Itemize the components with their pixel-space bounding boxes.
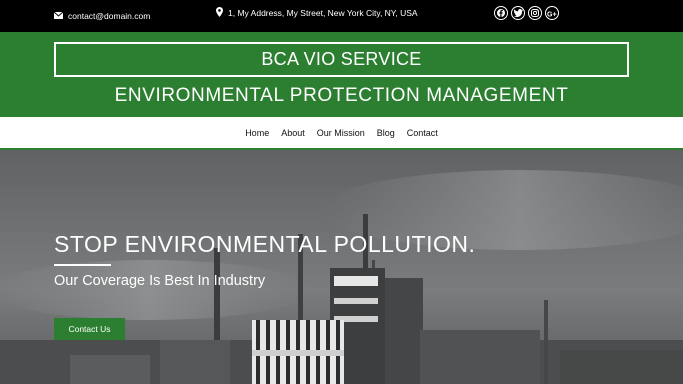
hero-subtitle: Our Coverage Is Best In Industry: [54, 273, 266, 289]
twitter-icon[interactable]: [511, 6, 525, 20]
google-plus-icon[interactable]: G+: [545, 6, 559, 20]
site-header: BCA VIO SERVICE ENVIRONMENTAL PROTECTION…: [0, 32, 683, 117]
nav-item-blog[interactable]: Blog: [377, 128, 395, 138]
contact-email[interactable]: contact@domain.com: [53, 11, 151, 21]
facebook-icon[interactable]: [494, 6, 508, 20]
brand-title[interactable]: BCA VIO SERVICE: [54, 42, 629, 77]
social-links: G+: [494, 6, 559, 20]
nav-item-our-mission[interactable]: Our Mission: [317, 128, 365, 138]
nav-item-home[interactable]: Home: [245, 128, 269, 138]
hero-section: STOP ENVIRONMENTAL POLLUTION. Our Covera…: [0, 150, 683, 384]
nav-item-contact[interactable]: Contact: [407, 128, 438, 138]
hero-background-image: [0, 150, 683, 384]
map-marker-icon: [216, 7, 223, 19]
email-text: contact@domain.com: [68, 11, 151, 21]
svg-text:G+: G+: [547, 11, 557, 17]
hero-title: STOP ENVIRONMENTAL POLLUTION.: [54, 231, 476, 257]
site-tagline: ENVIRONMENTAL PROTECTION MANAGEMENT: [114, 85, 569, 106]
contact-us-button[interactable]: Contact Us: [54, 318, 125, 340]
top-bar: contact@domain.com 1, My Address, My Str…: [0, 0, 683, 32]
envelope-icon: [53, 11, 64, 21]
address-text: 1, My Address, My Street, New York City,…: [228, 8, 418, 18]
contact-address: 1, My Address, My Street, New York City,…: [216, 7, 418, 19]
instagram-icon[interactable]: [528, 6, 542, 20]
brand-text: BCA VIO SERVICE: [261, 49, 422, 69]
main-nav: Home About Our Mission Blog Contact: [0, 117, 683, 150]
nav-item-about[interactable]: About: [281, 128, 305, 138]
hero-divider: [54, 264, 111, 266]
